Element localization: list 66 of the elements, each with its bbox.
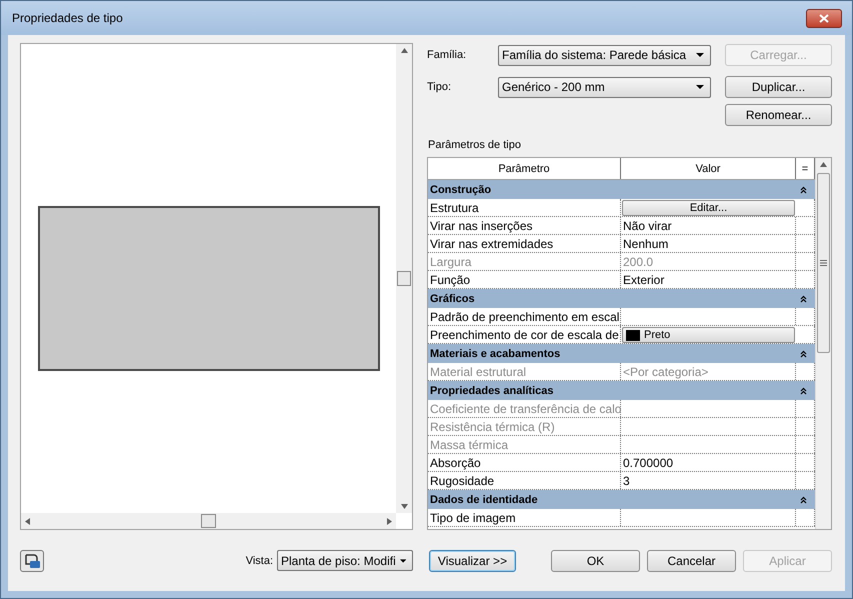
- field-label: Família:: [427, 49, 468, 61]
- vertical-scrollbar[interactable]: [815, 158, 831, 529]
- vertical-scrollbar[interactable]: [396, 44, 412, 513]
- edit-button[interactable]: Editar...: [622, 200, 795, 216]
- color-button[interactable]: Preto: [622, 327, 795, 343]
- dialog-button[interactable]: OK: [551, 550, 640, 572]
- table-cell: Rugosidade: [428, 472, 621, 489]
- collapse-icon[interactable]: [800, 350, 807, 358]
- table-cell: Estrutura: [428, 199, 621, 217]
- dropdown-arrow-icon: [696, 53, 704, 57]
- scroll-thumb[interactable]: [817, 173, 830, 353]
- table-cell: Tipo de imagem: [428, 509, 621, 526]
- scroll-left-arrow-icon[interactable]: [25, 518, 30, 524]
- group-header[interactable]: Propriedades analíticas: [428, 381, 815, 400]
- column-header[interactable]: Parâmetro: [428, 158, 621, 179]
- table-cell: <Por categoria>: [621, 363, 796, 380]
- table-cell: Exterior: [621, 271, 796, 288]
- field-label: Tipo:: [427, 81, 452, 93]
- dropdown[interactable]: Família do sistema: Parede básica: [498, 44, 711, 66]
- dialog-button[interactable]: Cancelar: [647, 550, 736, 572]
- table-cell: Massa térmica: [428, 436, 621, 453]
- section-label: Parâmetros de tipo: [428, 139, 522, 151]
- table-cell: Padrão de preenchimento em escal: [428, 308, 621, 325]
- table-cell: Função: [428, 271, 621, 288]
- table-cell: Material estrutural: [428, 363, 621, 380]
- view-2d-button[interactable]: [20, 550, 44, 572]
- scroll-right-arrow-icon[interactable]: [387, 518, 392, 524]
- table-cell: 200.0: [621, 253, 796, 270]
- collapse-icon[interactable]: [800, 186, 807, 194]
- action-button[interactable]: Duplicar...: [725, 76, 832, 98]
- collapse-icon[interactable]: [800, 386, 807, 394]
- dropdown-arrow-icon: [400, 558, 406, 562]
- table-cell: Nenhum: [621, 235, 796, 252]
- table-cell: Absorção: [428, 454, 621, 471]
- dropdown-arrow-icon: [696, 85, 704, 89]
- column-header[interactable]: Valor: [621, 158, 796, 179]
- table-cell: Virar nas extremidades: [428, 235, 621, 252]
- scroll-up-arrow-icon[interactable]: [400, 48, 408, 53]
- scroll-down-arrow-icon[interactable]: [400, 504, 408, 509]
- grip-icon: [820, 260, 827, 266]
- table-cell: Largura: [428, 253, 621, 270]
- close-icon: [819, 14, 829, 22]
- scroll-up-arrow-icon[interactable]: [820, 162, 827, 167]
- rename-button[interactable]: Renomear...: [725, 104, 832, 126]
- table-cell: 0.700000: [621, 454, 796, 471]
- group-header[interactable]: Dados de identidade: [428, 490, 815, 509]
- table-cell: 3: [621, 472, 796, 489]
- dropdown[interactable]: Genérico - 200 mm: [498, 76, 711, 98]
- scroll-thumb[interactable]: [397, 271, 411, 286]
- horizontal-scrollbar[interactable]: [21, 513, 396, 529]
- window-title: Propriedades de tipo: [12, 11, 123, 25]
- view-label: Vista:: [246, 554, 273, 566]
- preview-button[interactable]: Visualizar >>: [429, 550, 516, 572]
- group-header[interactable]: Materiais e acabamentos: [428, 344, 815, 363]
- table-cell: Resistência térmica (R): [428, 418, 621, 435]
- table-cell: Não virar: [621, 217, 796, 234]
- scroll-thumb[interactable]: [201, 514, 216, 528]
- view-2d-icon: [23, 552, 41, 568]
- collapse-icon[interactable]: [800, 294, 807, 302]
- group-header[interactable]: Construção: [428, 180, 815, 199]
- collapse-icon[interactable]: [800, 496, 807, 504]
- view-dropdown[interactable]: Planta de piso: Modifi: [277, 550, 413, 571]
- group-header[interactable]: Gráficos: [428, 289, 815, 308]
- close-button[interactable]: [806, 8, 842, 28]
- table-cell: Virar nas inserções: [428, 217, 621, 234]
- table-cell: Coeficiente de transferência de calo: [428, 400, 621, 417]
